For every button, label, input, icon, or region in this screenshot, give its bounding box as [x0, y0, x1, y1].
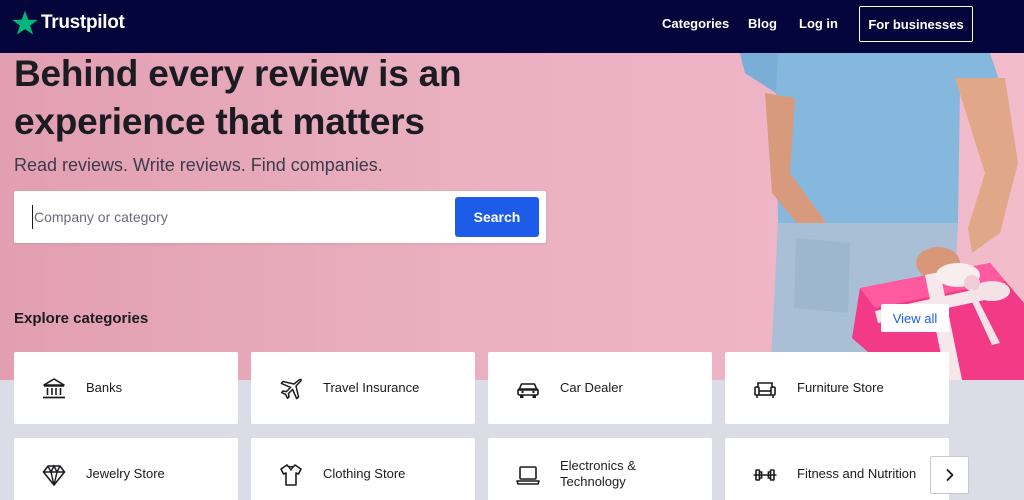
view-all-button[interactable]: View all — [881, 304, 949, 332]
category-label: Jewelry Store — [86, 466, 165, 481]
next-categories-button[interactable] — [930, 456, 969, 494]
laptop-icon — [516, 466, 540, 485]
category-card-furniture-store[interactable]: Furniture Store — [725, 352, 949, 424]
category-label: Travel Insurance — [323, 380, 420, 395]
star-icon — [12, 10, 38, 35]
brand-name: Trustpilot — [41, 12, 125, 33]
hero-title-line-1: Behind every review is an — [14, 53, 462, 94]
category-label: Banks — [86, 380, 123, 395]
for-businesses-button[interactable]: For businesses — [859, 6, 973, 42]
car-icon — [517, 383, 539, 398]
category-card-fitness-nutrition[interactable]: Fitness and Nutrition — [725, 438, 949, 500]
explore-categories-heading: Explore categories — [14, 310, 149, 327]
chevron-right-icon — [946, 469, 953, 481]
top-nav: Trustpilot Categories Blog Log in For bu… — [0, 0, 1024, 53]
category-label: Fitness and Nutrition — [797, 466, 917, 481]
bank-icon — [43, 378, 65, 399]
shirt-icon — [280, 464, 302, 486]
sofa-icon — [754, 382, 776, 398]
category-card-clothing-store[interactable]: Clothing Store — [251, 438, 475, 500]
hero-subtitle: Read reviews. Write reviews. Find compan… — [14, 155, 383, 175]
hero-title-line-2: experience that matters — [14, 101, 425, 142]
category-card-car-dealer[interactable]: Car Dealer — [488, 352, 712, 424]
nav-link-blog[interactable]: Blog — [748, 16, 777, 31]
trustpilot-logo[interactable]: Trustpilot — [11, 9, 125, 37]
diamond-icon — [42, 464, 66, 486]
category-card-jewelry-store[interactable]: Jewelry Store — [14, 438, 238, 500]
category-card-banks[interactable]: Banks — [14, 352, 238, 424]
category-label: Electronics & Technology — [560, 458, 636, 489]
category-label: Furniture Store — [797, 380, 884, 395]
airplane-icon — [280, 378, 302, 400]
nav-link-login[interactable]: Log in — [799, 16, 838, 31]
nav-link-categories[interactable]: Categories — [662, 16, 729, 31]
hero-photo-gift-person — [740, 53, 1024, 380]
search-bar: Search — [14, 191, 546, 243]
category-label: Car Dealer — [560, 380, 623, 395]
category-label: Clothing Store — [323, 466, 406, 481]
search-button[interactable]: Search — [455, 197, 539, 237]
hero-title: Behind every review is an experience tha… — [14, 50, 462, 146]
dumbbell-icon — [753, 469, 777, 481]
search-input[interactable] — [32, 205, 452, 229]
category-card-electronics-technology[interactable]: Electronics & Technology — [488, 438, 712, 500]
category-card-travel-insurance[interactable]: Travel Insurance — [251, 352, 475, 424]
